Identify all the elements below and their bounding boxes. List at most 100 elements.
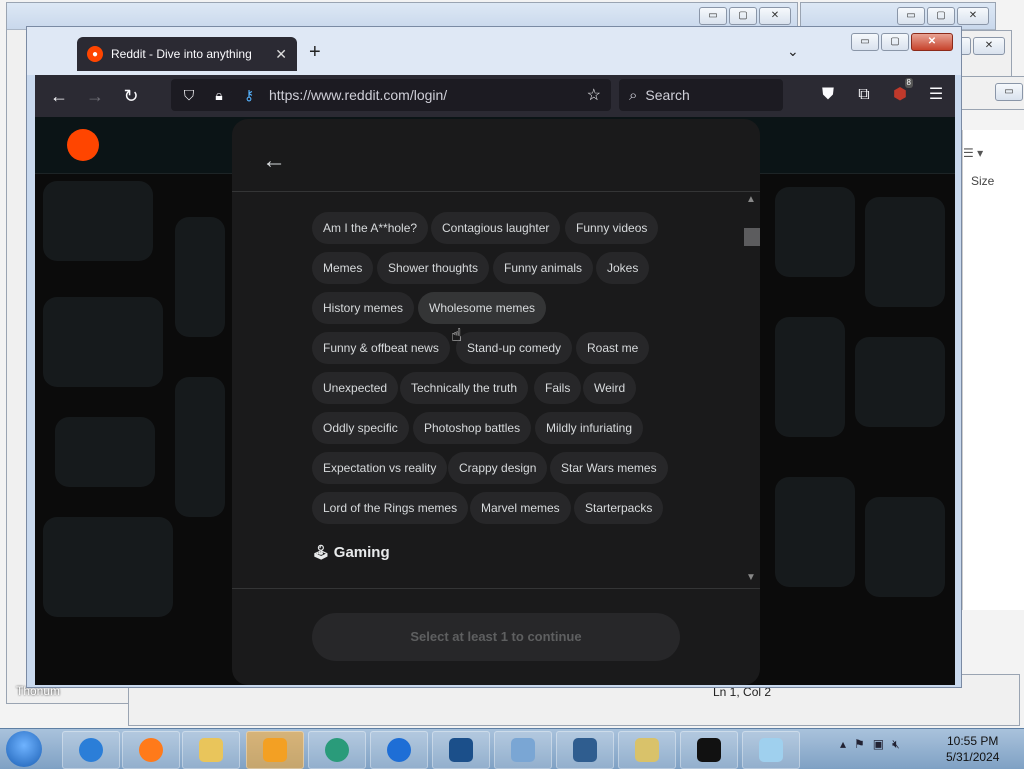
bookmark-star-icon[interactable]: ☆ [587, 85, 601, 105]
maximize-button[interactable]: ▢ [927, 7, 955, 25]
taskbar: ▴ ⚑ ▣ 🔇︎ 10:55 PM 5/31/2024 [0, 728, 1024, 769]
clock-date: 5/31/2024 [946, 750, 1000, 764]
list-tabs-icon[interactable]: ⌄ [787, 43, 799, 60]
start-button[interactable] [6, 731, 42, 767]
topic-chip[interactable]: Stand-up comedy [456, 332, 573, 364]
scroll-up-icon[interactable]: ▲ [746, 194, 756, 205]
topic-chip[interactable]: Weird [583, 372, 637, 404]
tray-expand-icon[interactable]: ▴ [840, 737, 846, 752]
reddit-logo-icon[interactable] [67, 129, 99, 161]
extensions-icon[interactable]: ⧉ [849, 81, 879, 109]
network-icon[interactable]: ▣ [873, 737, 884, 752]
scroll-thumb[interactable] [744, 228, 760, 246]
tab-title: Reddit - Dive into anything [111, 47, 252, 61]
scroll-down-icon[interactable]: ▼ [746, 572, 756, 583]
ublock-icon[interactable]: ⬢ 8 [885, 78, 915, 109]
url-text[interactable]: https://www.reddit.com/login/ [269, 87, 447, 103]
topic-chip[interactable]: Shower thoughts [377, 252, 490, 284]
reload-icon[interactable]: ↻ [113, 86, 149, 107]
lock-icon[interactable]: 🔒︎ [207, 87, 231, 104]
page-content: ← Am I the A**hole? Contagious laughter … [35, 117, 955, 685]
tab-reddit[interactable]: ● Reddit - Dive into anything ✕ [77, 37, 297, 71]
minimize-button[interactable]: ▭ [897, 7, 925, 25]
size-column-header[interactable]: Size [971, 174, 994, 188]
bg-bubble [43, 517, 173, 617]
cmd-taskbar-icon[interactable] [680, 731, 738, 769]
notepad-taskbar-icon[interactable] [742, 731, 800, 769]
topic-chip[interactable]: Unexpected [312, 372, 399, 404]
network-taskbar-icon[interactable] [494, 731, 552, 769]
topic-chip[interactable]: Memes [312, 252, 374, 284]
new-tab-icon[interactable]: + [309, 41, 321, 64]
media-taskbar-icon[interactable] [246, 731, 304, 769]
bg-bubble [175, 377, 225, 517]
bg-bubble [175, 217, 225, 337]
modal-scrollbar[interactable]: ▲ ▼ [742, 192, 760, 588]
flag-icon[interactable]: ⚑ [854, 737, 865, 752]
section-heading-gaming: 🕹︎ Gaming [312, 544, 390, 561]
login-modal: ← Am I the A**hole? Contagious laughter … [232, 119, 760, 685]
close-tab-icon[interactable]: ✕ [275, 46, 287, 63]
browser-taskbar-icon[interactable] [370, 731, 428, 769]
search-bar[interactable]: ⌕ Search [619, 79, 783, 111]
minimize-button[interactable]: ▭ [851, 33, 879, 51]
topic-chip[interactable]: Funny animals [493, 252, 594, 284]
bg-bubble [55, 417, 155, 487]
topic-chip[interactable]: Funny videos [565, 212, 659, 244]
pocket-icon[interactable]: ⛊ [813, 81, 843, 109]
back-icon[interactable]: ← [41, 86, 77, 107]
nt-taskbar-icon[interactable] [556, 731, 614, 769]
forward-icon[interactable]: → [77, 86, 113, 107]
topic-chip[interactable]: Am I the A**hole? [312, 212, 429, 244]
clock-time: 10:55 PM [947, 734, 999, 748]
close-button[interactable]: ✕ [759, 7, 791, 25]
topic-chip[interactable]: Oddly specific [312, 412, 409, 444]
topic-chip[interactable]: Marvel memes [470, 492, 571, 524]
search-icon: ⌕ [629, 86, 638, 104]
tracking-protection-icon[interactable]: ⛉ [177, 87, 201, 104]
virtualbox-taskbar-icon[interactable] [432, 731, 490, 769]
bg-bubble [865, 497, 945, 597]
topic-chip[interactable]: Fails [534, 372, 582, 404]
minimize-button[interactable]: ▭ [699, 7, 727, 25]
topic-chip[interactable]: Lord of the Rings memes [312, 492, 469, 524]
topic-chip[interactable]: Mildly infuriating [535, 412, 644, 444]
close-button[interactable]: ✕ [973, 37, 1005, 55]
bg-bubble [775, 187, 855, 277]
topic-chip[interactable]: Crappy design [448, 452, 548, 484]
tab-bar: ● Reddit - Dive into anything ✕ + ⌄ ▭ ▢ … [27, 27, 961, 75]
search-tool-taskbar-icon[interactable] [618, 731, 676, 769]
browser-window: ● Reddit - Dive into anything ✕ + ⌄ ▭ ▢ … [26, 26, 962, 688]
view-options-icon[interactable]: ☰ ▾ [963, 146, 983, 160]
topic-chip[interactable]: Wholesome memes [418, 292, 547, 324]
topic-chip[interactable]: History memes [312, 292, 415, 324]
topic-chip[interactable]: Jokes [596, 252, 650, 284]
menu-icon[interactable]: ☰ [921, 81, 951, 109]
topic-chip[interactable]: Contagious laughter [431, 212, 561, 244]
maximize-button[interactable]: ▢ [881, 33, 909, 51]
toolbar-right: ⛊ ⧉ ⬢ 8 ☰ [813, 78, 951, 109]
back-arrow-icon[interactable]: ← [262, 147, 286, 175]
topic-chip[interactable]: Photoshop battles [413, 412, 532, 444]
url-bar[interactable]: ⛉ 🔒︎ ⚷ https://www.reddit.com/login/ ☆ [171, 79, 611, 111]
topic-chip[interactable]: Technically the truth [400, 372, 529, 404]
ie-taskbar-icon[interactable] [62, 731, 120, 769]
minimize-button[interactable]: ▭ [995, 83, 1023, 101]
key-icon[interactable]: ⚷ [237, 87, 261, 104]
close-window-button[interactable]: ✕ [911, 33, 953, 51]
app-taskbar-icon[interactable] [308, 731, 366, 769]
close-button[interactable]: ✕ [957, 7, 989, 25]
volume-muted-icon[interactable]: 🔇︎ [892, 737, 900, 752]
clock[interactable]: 10:55 PM 5/31/2024 [946, 733, 999, 765]
topic-chip[interactable]: Starterpacks [574, 492, 664, 524]
topic-chip[interactable]: Expectation vs reality [312, 452, 448, 484]
topic-chip[interactable]: Funny & offbeat news [312, 332, 450, 364]
continue-button[interactable]: Select at least 1 to continue [312, 613, 680, 661]
maximize-button[interactable]: ▢ [729, 7, 757, 25]
explorer-taskbar-icon[interactable] [182, 731, 240, 769]
topic-chip[interactable]: Star Wars memes [550, 452, 668, 484]
firefox-taskbar-icon[interactable] [122, 731, 180, 769]
topic-chip[interactable]: Roast me [576, 332, 650, 364]
navigation-toolbar: ← → ↻ ⛉ 🔒︎ ⚷ https://www.reddit.com/logi… [35, 75, 955, 117]
section-heading-text: Gaming [333, 544, 390, 561]
